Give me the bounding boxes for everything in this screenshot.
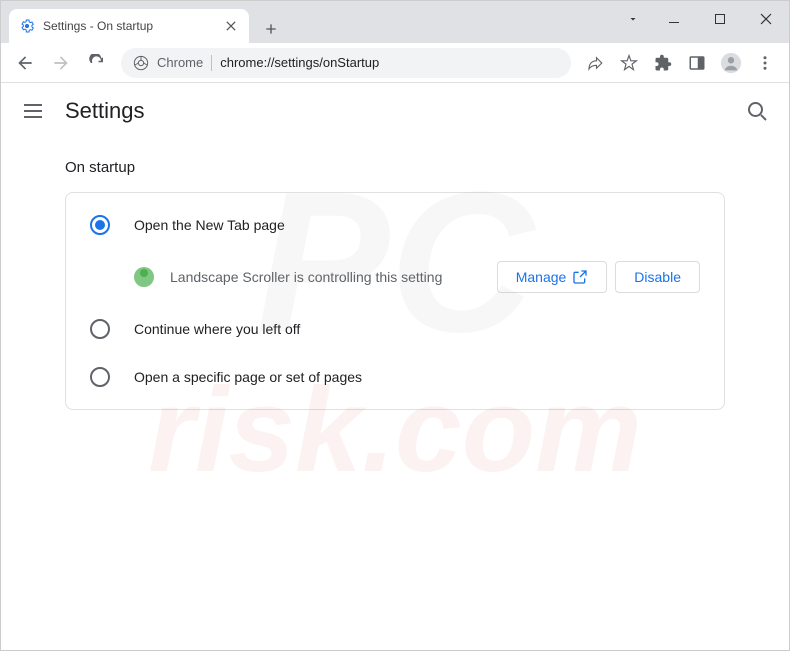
side-panel-icon[interactable]: [681, 47, 713, 79]
browser-toolbar: Chrome chrome://settings/onStartup: [1, 43, 789, 83]
bookmark-icon[interactable]: [613, 47, 645, 79]
share-icon[interactable]: [579, 47, 611, 79]
tab-search-dropdown[interactable]: [615, 1, 651, 37]
url-text: chrome://settings/onStartup: [220, 55, 379, 70]
new-tab-button[interactable]: [257, 15, 285, 43]
option-label: Open a specific page or set of pages: [134, 369, 362, 385]
radio-icon[interactable]: [90, 215, 110, 235]
option-label: Open the New Tab page: [134, 217, 285, 233]
close-window-button[interactable]: [743, 1, 789, 37]
manage-button[interactable]: Manage: [497, 261, 608, 293]
extensions-icon[interactable]: [647, 47, 679, 79]
menu-icon[interactable]: [749, 47, 781, 79]
startup-card: Open the New Tab page Landscape Scroller…: [65, 192, 725, 410]
divider: [211, 55, 212, 71]
option-label: Continue where you left off: [134, 321, 300, 337]
tab-title: Settings - On startup: [43, 19, 215, 33]
notice-text: Landscape Scroller is controlling this s…: [170, 269, 481, 285]
extension-icon: [134, 267, 154, 287]
option-continue[interactable]: Continue where you left off: [66, 305, 724, 353]
open-external-icon: [572, 269, 588, 285]
minimize-button[interactable]: [651, 1, 697, 37]
extension-notice: Landscape Scroller is controlling this s…: [66, 249, 724, 305]
back-button[interactable]: [9, 47, 41, 79]
profile-icon[interactable]: [715, 47, 747, 79]
maximize-button[interactable]: [697, 1, 743, 37]
chrome-label: Chrome: [157, 55, 203, 70]
address-bar[interactable]: Chrome chrome://settings/onStartup: [121, 48, 571, 78]
reload-button[interactable]: [81, 47, 113, 79]
page-title: Settings: [65, 98, 145, 124]
content: On startup Open the New Tab page Landsca…: [1, 139, 789, 430]
settings-icon: [19, 18, 35, 34]
radio-icon[interactable]: [90, 367, 110, 387]
close-tab-icon[interactable]: [223, 18, 239, 34]
settings-header: Settings: [1, 83, 789, 139]
browser-tab[interactable]: Settings - On startup: [9, 9, 249, 43]
option-new-tab[interactable]: Open the New Tab page: [66, 201, 724, 249]
disable-button[interactable]: Disable: [615, 261, 700, 293]
hamburger-icon[interactable]: [21, 99, 45, 123]
section-title: On startup: [65, 159, 725, 176]
forward-button[interactable]: [45, 47, 77, 79]
option-specific-pages[interactable]: Open a specific page or set of pages: [66, 353, 724, 401]
search-icon[interactable]: [745, 99, 769, 123]
chrome-icon: [133, 55, 149, 71]
radio-icon[interactable]: [90, 319, 110, 339]
